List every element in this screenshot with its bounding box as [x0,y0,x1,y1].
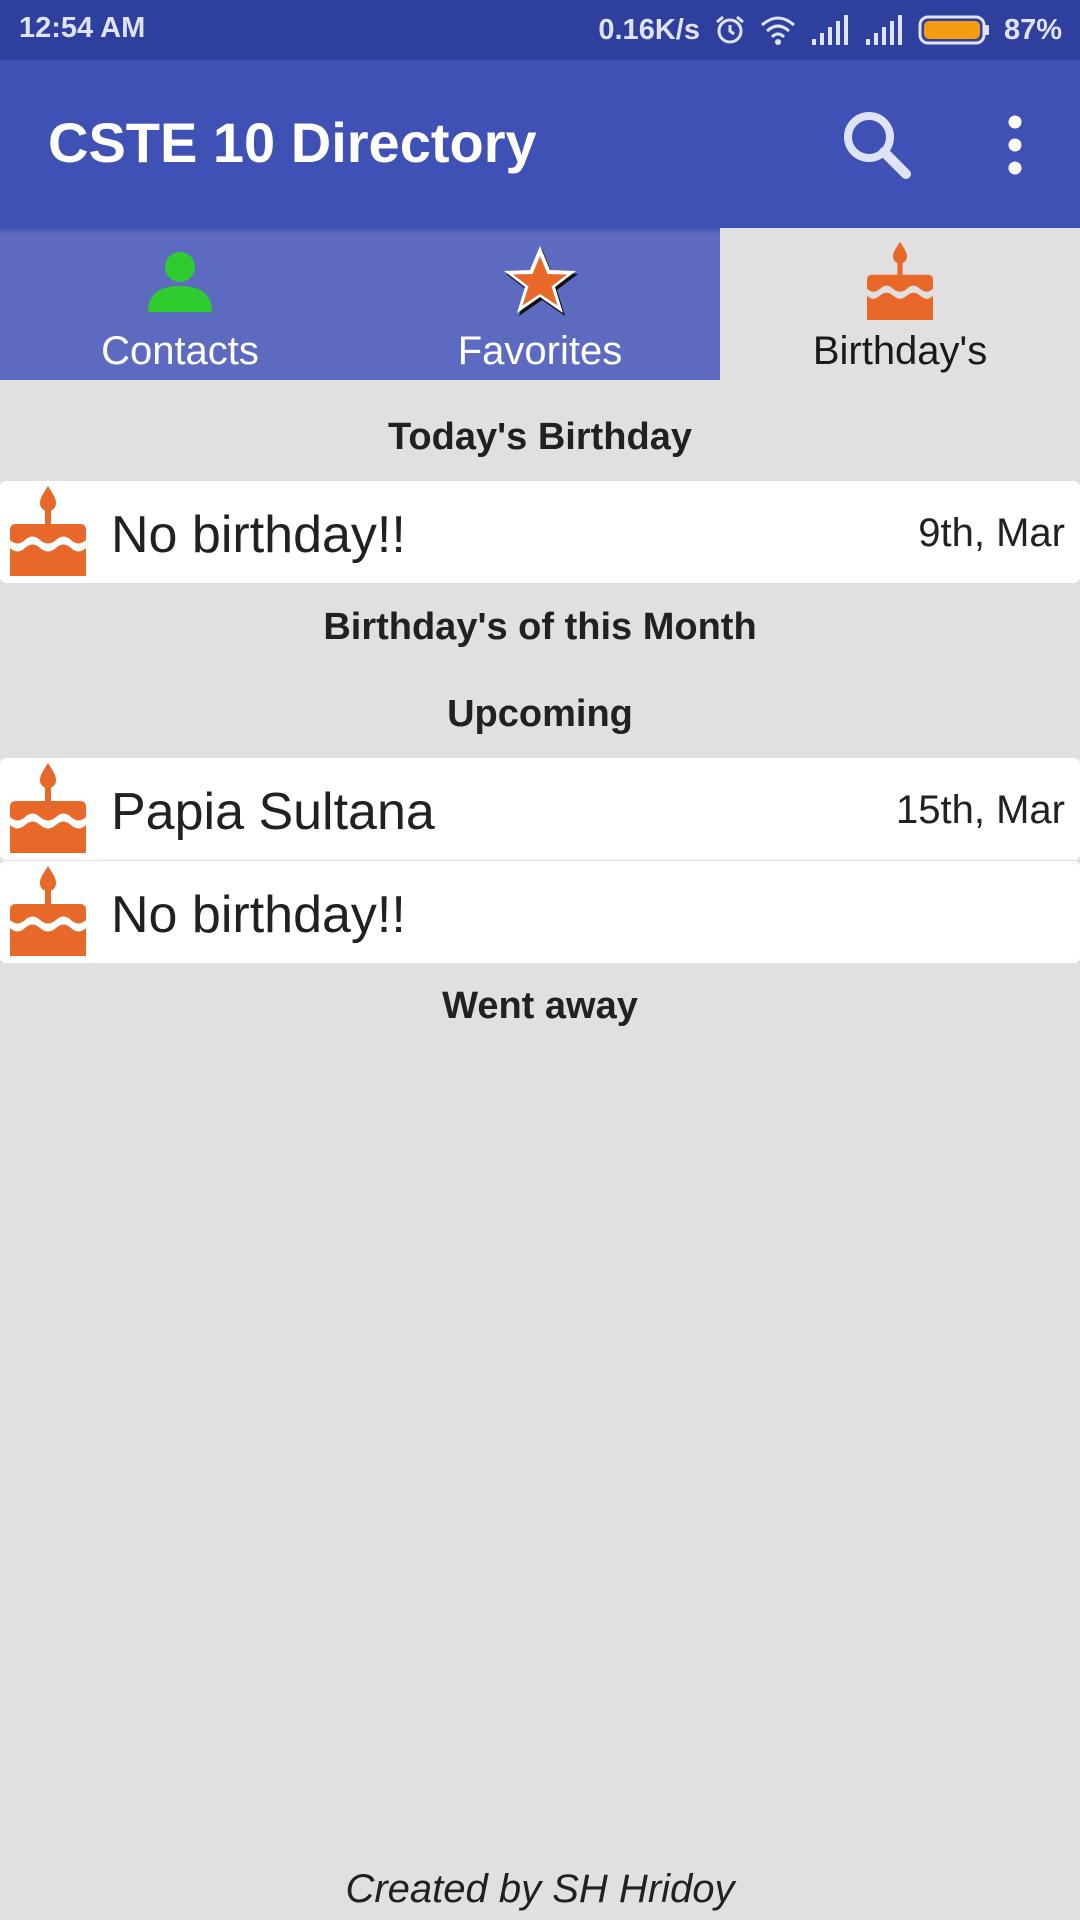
star-icon [504,246,578,316]
alarm-icon [714,14,746,46]
tab-contacts[interactable]: Contacts [0,228,360,380]
person-icon [148,252,212,312]
search-icon [844,112,911,179]
birthday-date: 15th, Mar [896,788,1065,832]
cake-icon [10,484,86,576]
tab-label: Favorites [457,329,623,373]
app-title: CSTE 10 Directory [48,111,537,174]
tab-birthdays[interactable]: Birthday's [720,228,1080,380]
section-header-this-month: Birthday's of this Month [323,606,757,648]
status-indicators: 0.16K/s 87% [598,10,1062,50]
birthday-name: No birthday!! [111,506,406,564]
more-vert-icon [1008,115,1022,175]
tab-favorites[interactable]: Favorites [360,228,720,380]
status-bar: 12:54 AM 0.16K/s 87% [0,0,1080,60]
app-bar-shadow [0,228,720,234]
list-item[interactable]: No birthday!! 9th, Mar [0,481,1080,583]
section-header-went-away: Went away [442,985,638,1027]
birthday-name: No birthday!! [111,886,406,944]
tab-label: Birthday's [812,329,988,373]
list-item[interactable]: No birthday!! [0,861,1080,963]
birthday-date: 9th, Mar [918,511,1065,555]
tab-bar: Contacts Favorites Birthday's [0,228,1080,380]
more-options-button[interactable] [990,114,1040,176]
cake-icon [10,761,86,853]
net-speed: 0.16K/s [598,13,700,46]
app-bar: CSTE 10 Directory [0,60,1080,228]
section-header-today: Today's Birthday [388,416,692,458]
battery-icon [918,14,990,46]
status-time: 12:54 AM [19,12,146,44]
birthday-name: Papia Sultana [111,783,435,841]
footer-credit: Created by SH Hridoy [345,1867,735,1911]
wifi-icon [760,15,796,45]
list-item[interactable]: Papia Sultana 15th, Mar [0,758,1080,860]
section-header-upcoming: Upcoming [447,693,633,735]
signal-icon [810,15,850,45]
tab-label: Contacts [101,329,259,373]
signal-icon [864,15,904,45]
cake-icon [860,240,940,320]
battery-percent: 87% [1003,13,1062,46]
cake-icon [10,864,86,956]
search-button[interactable] [836,104,916,184]
